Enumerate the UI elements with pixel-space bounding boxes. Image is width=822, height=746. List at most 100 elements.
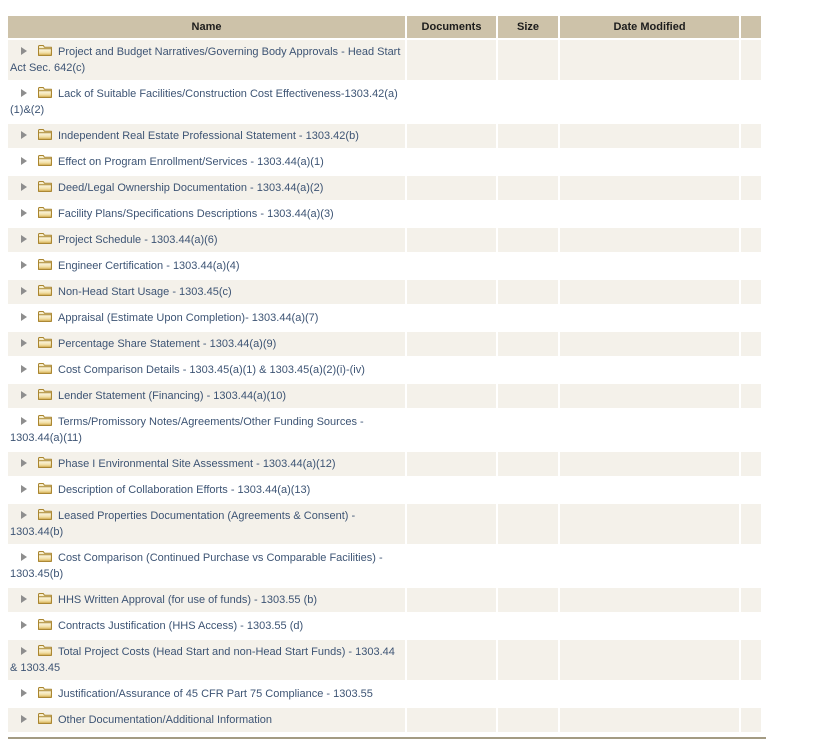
column-header-name[interactable]: Name bbox=[8, 16, 405, 38]
folder-label[interactable]: Percentage Share Statement - 1303.44(a)(… bbox=[58, 338, 276, 350]
folder-label[interactable]: Lender Statement (Financing) - 1303.44(a… bbox=[58, 390, 286, 402]
column-header-size[interactable]: Size bbox=[498, 16, 558, 38]
size-cell bbox=[498, 682, 558, 706]
spacer-cell bbox=[741, 384, 761, 408]
folder-label[interactable]: Description of Collaboration Efforts - 1… bbox=[58, 484, 310, 496]
size-cell bbox=[498, 546, 558, 586]
column-header-documents[interactable]: Documents bbox=[407, 16, 496, 38]
expand-arrow-icon[interactable] bbox=[21, 391, 27, 399]
expand-arrow-icon[interactable] bbox=[21, 647, 27, 655]
spacer-cell bbox=[741, 588, 761, 612]
expand-arrow-icon[interactable] bbox=[21, 459, 27, 467]
folder-label[interactable]: Total Project Costs (Head Start and non-… bbox=[10, 646, 395, 674]
folder-label[interactable]: Facility Plans/Specifications Descriptio… bbox=[58, 208, 334, 220]
spacer-cell bbox=[741, 640, 761, 680]
documents-cell bbox=[407, 410, 496, 450]
folder-name-cell[interactable]: Cost Comparison Details - 1303.45(a)(1) … bbox=[8, 358, 405, 382]
folder-name-cell[interactable]: Lack of Suitable Facilities/Construction… bbox=[8, 82, 405, 122]
folder-label[interactable]: Engineer Certification - 1303.44(a)(4) bbox=[58, 260, 240, 272]
folder-label[interactable]: Cost Comparison Details - 1303.45(a)(1) … bbox=[58, 364, 365, 376]
expand-arrow-icon[interactable] bbox=[21, 183, 27, 191]
date-modified-cell bbox=[560, 202, 739, 226]
expand-arrow-icon[interactable] bbox=[21, 485, 27, 493]
folder-name-cell[interactable]: Contracts Justification (HHS Access) - 1… bbox=[8, 614, 405, 638]
folder-label[interactable]: Effect on Program Enrollment/Services - … bbox=[58, 156, 324, 168]
folder-label[interactable]: Justification/Assurance of 45 CFR Part 7… bbox=[58, 688, 373, 700]
expand-arrow-icon[interactable] bbox=[21, 511, 27, 519]
expand-arrow-icon[interactable] bbox=[21, 287, 27, 295]
folder-icon bbox=[37, 686, 53, 699]
size-cell bbox=[498, 254, 558, 278]
documents-cell bbox=[407, 478, 496, 502]
folder-label[interactable]: Project Schedule - 1303.44(a)(6) bbox=[58, 234, 218, 246]
folder-name-cell[interactable]: Engineer Certification - 1303.44(a)(4) bbox=[8, 254, 405, 278]
folder-row: Terms/Promissory Notes/Agreements/Other … bbox=[8, 410, 761, 450]
folder-name-cell[interactable]: Cost Comparison (Continued Purchase vs C… bbox=[8, 546, 405, 586]
folder-icon bbox=[37, 44, 53, 57]
expand-arrow-icon[interactable] bbox=[21, 621, 27, 629]
folder-row: Other Documentation/Additional Informati… bbox=[8, 708, 761, 732]
folder-label[interactable]: Leased Properties Documentation (Agreeme… bbox=[10, 510, 355, 538]
spacer-cell bbox=[741, 176, 761, 200]
folder-label[interactable]: Cost Comparison (Continued Purchase vs C… bbox=[10, 552, 383, 580]
folder-name-cell[interactable]: Effect on Program Enrollment/Services - … bbox=[8, 150, 405, 174]
folder-label[interactable]: HHS Written Approval (for use of funds) … bbox=[58, 594, 317, 606]
expand-arrow-icon[interactable] bbox=[21, 689, 27, 697]
folder-name-cell[interactable]: Deed/Legal Ownership Documentation - 130… bbox=[8, 176, 405, 200]
folder-label[interactable]: Independent Real Estate Professional Sta… bbox=[58, 130, 359, 142]
expand-arrow-icon[interactable] bbox=[21, 715, 27, 723]
folder-row: Description of Collaboration Efforts - 1… bbox=[8, 478, 761, 502]
folder-name-cell[interactable]: Project Schedule - 1303.44(a)(6) bbox=[8, 228, 405, 252]
folder-name-cell[interactable]: Leased Properties Documentation (Agreeme… bbox=[8, 504, 405, 544]
expand-arrow-icon[interactable] bbox=[21, 209, 27, 217]
folder-name-cell[interactable]: Non-Head Start Usage - 1303.45(c) bbox=[8, 280, 405, 304]
folder-icon bbox=[37, 456, 53, 469]
folder-name-cell[interactable]: HHS Written Approval (for use of funds) … bbox=[8, 588, 405, 612]
folder-icon bbox=[37, 550, 53, 563]
folder-row: Appraisal (Estimate Upon Completion)- 13… bbox=[8, 306, 761, 330]
expand-arrow-icon[interactable] bbox=[21, 89, 27, 97]
folder-name-cell[interactable]: Terms/Promissory Notes/Agreements/Other … bbox=[8, 410, 405, 450]
expand-arrow-icon[interactable] bbox=[21, 261, 27, 269]
expand-arrow-icon[interactable] bbox=[21, 339, 27, 347]
folder-name-cell[interactable]: Independent Real Estate Professional Sta… bbox=[8, 124, 405, 148]
folder-icon bbox=[37, 86, 53, 99]
documents-cell bbox=[407, 332, 496, 356]
folder-name-cell[interactable]: Percentage Share Statement - 1303.44(a)(… bbox=[8, 332, 405, 356]
date-modified-cell bbox=[560, 546, 739, 586]
folder-label[interactable]: Contracts Justification (HHS Access) - 1… bbox=[58, 620, 303, 632]
folder-label[interactable]: Lack of Suitable Facilities/Construction… bbox=[10, 88, 398, 116]
folder-label[interactable]: Non-Head Start Usage - 1303.45(c) bbox=[58, 286, 232, 298]
expand-arrow-icon[interactable] bbox=[21, 313, 27, 321]
folder-label[interactable]: Terms/Promissory Notes/Agreements/Other … bbox=[10, 416, 364, 444]
folder-row: Lack of Suitable Facilities/Construction… bbox=[8, 82, 761, 122]
expand-arrow-icon[interactable] bbox=[21, 131, 27, 139]
documents-cell bbox=[407, 358, 496, 382]
folder-label[interactable]: Project and Budget Narratives/Governing … bbox=[10, 46, 400, 74]
expand-arrow-icon[interactable] bbox=[21, 157, 27, 165]
column-header-date-modified[interactable]: Date Modified bbox=[560, 16, 739, 38]
expand-arrow-icon[interactable] bbox=[21, 553, 27, 561]
folder-label[interactable]: Appraisal (Estimate Upon Completion)- 13… bbox=[58, 312, 318, 324]
folder-name-cell[interactable]: Phase I Environmental Site Assessment - … bbox=[8, 452, 405, 476]
folder-name-cell[interactable]: Appraisal (Estimate Upon Completion)- 13… bbox=[8, 306, 405, 330]
folder-label[interactable]: Other Documentation/Additional Informati… bbox=[58, 714, 272, 726]
expand-arrow-icon[interactable] bbox=[21, 417, 27, 425]
folder-name-cell[interactable]: Other Documentation/Additional Informati… bbox=[8, 708, 405, 732]
folder-name-cell[interactable]: Facility Plans/Specifications Descriptio… bbox=[8, 202, 405, 226]
date-modified-cell bbox=[560, 40, 739, 80]
folder-name-cell[interactable]: Lender Statement (Financing) - 1303.44(a… bbox=[8, 384, 405, 408]
date-modified-cell bbox=[560, 504, 739, 544]
folder-name-cell[interactable]: Total Project Costs (Head Start and non-… bbox=[8, 640, 405, 680]
expand-arrow-icon[interactable] bbox=[21, 235, 27, 243]
folder-name-cell[interactable]: Description of Collaboration Efforts - 1… bbox=[8, 478, 405, 502]
folder-label[interactable]: Phase I Environmental Site Assessment - … bbox=[58, 458, 336, 470]
spacer-cell bbox=[741, 150, 761, 174]
folder-name-cell[interactable]: Project and Budget Narratives/Governing … bbox=[8, 40, 405, 80]
expand-arrow-icon[interactable] bbox=[21, 365, 27, 373]
folder-name-cell[interactable]: Justification/Assurance of 45 CFR Part 7… bbox=[8, 682, 405, 706]
expand-arrow-icon[interactable] bbox=[21, 47, 27, 55]
expand-arrow-icon[interactable] bbox=[21, 595, 27, 603]
folder-row: Percentage Share Statement - 1303.44(a)(… bbox=[8, 332, 761, 356]
folder-label[interactable]: Deed/Legal Ownership Documentation - 130… bbox=[58, 182, 323, 194]
